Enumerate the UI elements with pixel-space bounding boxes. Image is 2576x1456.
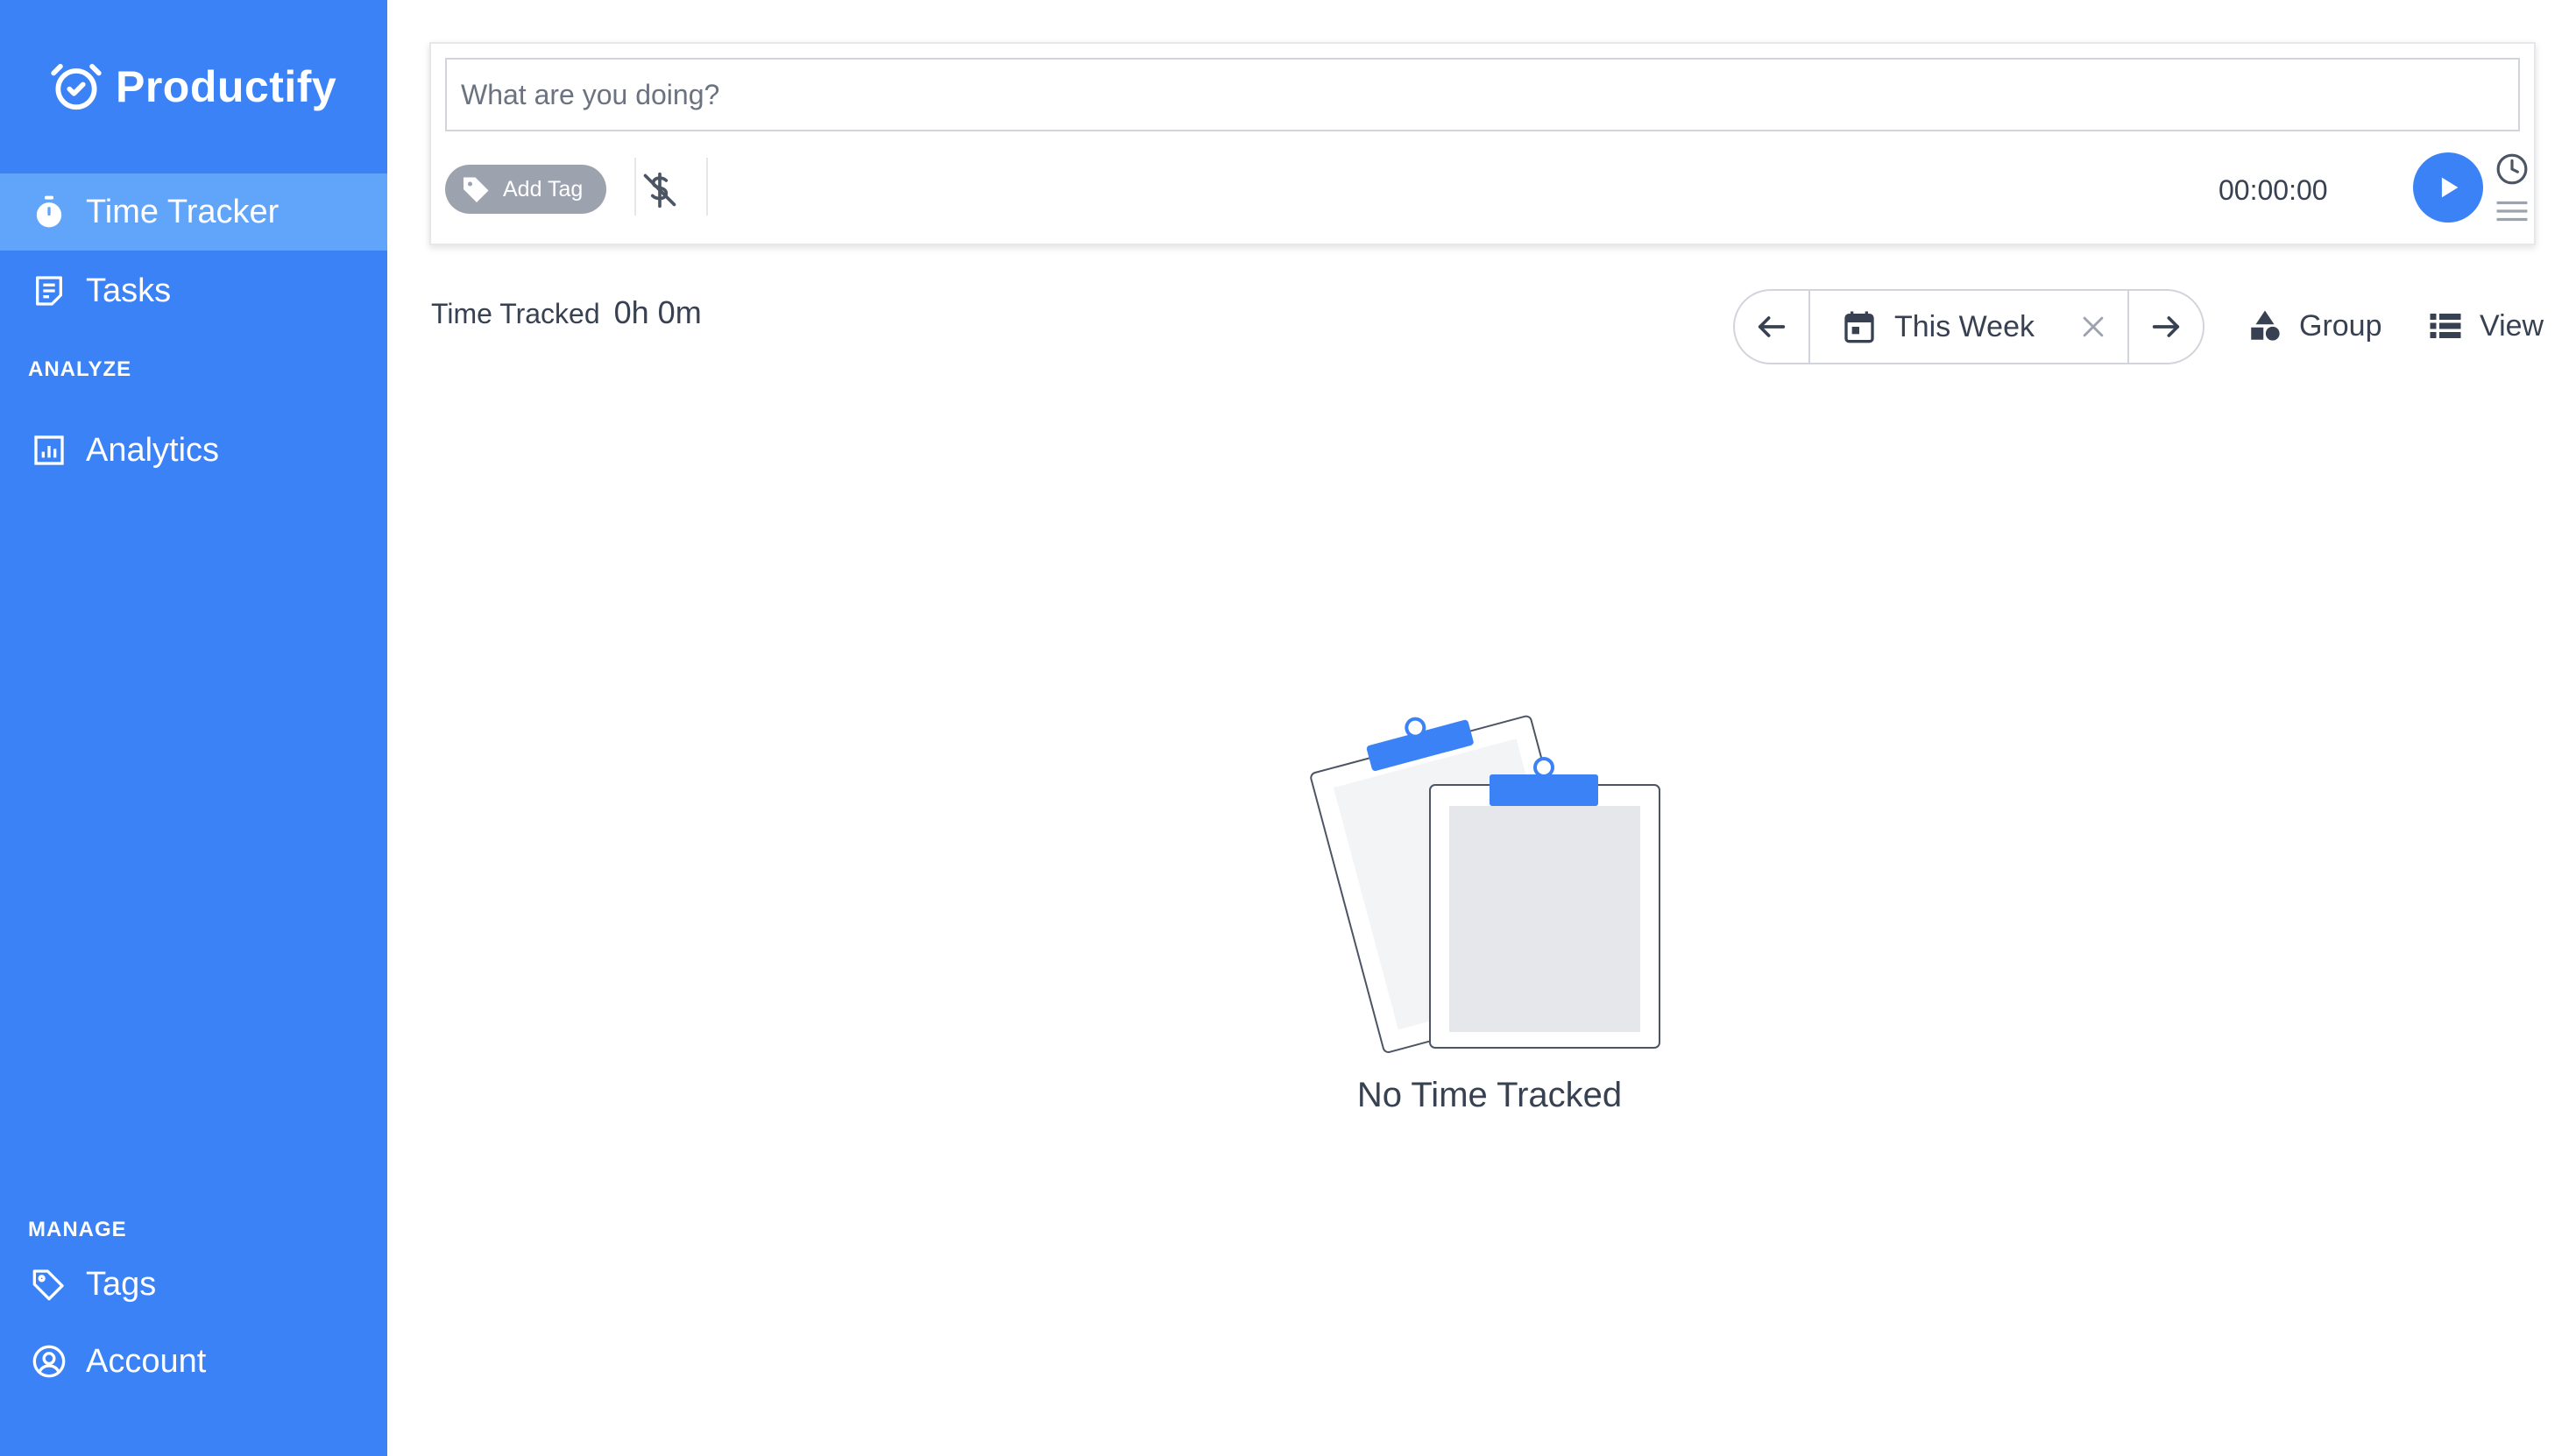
date-range-label: This Week bbox=[1894, 309, 2035, 343]
calendar-icon bbox=[1844, 311, 1874, 343]
next-range-button[interactable] bbox=[2129, 291, 2203, 363]
date-range-picker[interactable]: This Week bbox=[1808, 291, 2129, 363]
time-tracked-value: 0h 0m bbox=[613, 294, 702, 330]
sidebar-item-analytics[interactable]: Analytics bbox=[0, 412, 387, 489]
group-label: Group bbox=[2299, 308, 2382, 343]
sidebar-item-tags[interactable]: Tags bbox=[0, 1246, 387, 1323]
tag-icon bbox=[464, 177, 489, 202]
user-circle-icon bbox=[32, 1345, 66, 1378]
shapes-icon bbox=[2251, 310, 2280, 341]
alarm-clock-check-icon bbox=[51, 63, 102, 110]
app-root: Productify Time Tracker Tasks ANALYZE An… bbox=[0, 0, 2576, 1456]
date-range-navigator: This Week bbox=[1733, 289, 2204, 364]
sidebar-item-label: Tasks bbox=[86, 272, 172, 309]
close-icon[interactable] bbox=[2078, 312, 2108, 342]
clock-icon[interactable] bbox=[2495, 152, 2529, 186]
view-button[interactable]: View bbox=[2427, 303, 2544, 349]
timer-display: 00:00:00 bbox=[2219, 173, 2328, 206]
sidebar-item-tasks[interactable]: Tasks bbox=[0, 252, 387, 329]
add-tag-button[interactable]: Add Tag bbox=[445, 165, 606, 214]
task-list-icon bbox=[36, 276, 63, 306]
divider bbox=[706, 158, 708, 216]
dollar-off-icon bbox=[643, 172, 676, 209]
time-tracked-label: Time Tracked bbox=[431, 298, 600, 329]
previous-range-button[interactable] bbox=[1735, 291, 1808, 363]
arrow-left-icon bbox=[1758, 316, 1786, 337]
sidebar: Productify Time Tracker Tasks ANALYZE An… bbox=[0, 0, 387, 1456]
list-icon[interactable] bbox=[2495, 198, 2529, 224]
section-heading-analyze: ANALYZE bbox=[28, 357, 132, 381]
sidebar-item-label: Analytics bbox=[86, 431, 220, 469]
empty-state-message: No Time Tracked bbox=[1356, 1076, 1623, 1114]
sidebar-item-time-tracker[interactable]: Time Tracker bbox=[0, 173, 387, 251]
group-button[interactable]: Group bbox=[2247, 303, 2382, 349]
arrow-right-icon bbox=[2152, 316, 2180, 337]
time-tracked-summary: Time Tracked 0h 0m bbox=[431, 294, 702, 331]
add-tag-label: Add Tag bbox=[503, 176, 584, 201]
sidebar-item-label: Time Tracker bbox=[86, 193, 280, 230]
sidebar-item-label: Tags bbox=[86, 1265, 157, 1303]
task-description-input[interactable] bbox=[445, 58, 2520, 131]
play-icon bbox=[2441, 177, 2459, 198]
view-label: View bbox=[2480, 308, 2544, 343]
divider bbox=[634, 158, 636, 216]
tag-icon bbox=[32, 1269, 64, 1301]
brand-name: Productify bbox=[116, 62, 337, 111]
clipboard-illustration bbox=[1310, 715, 1660, 1053]
bar-chart-icon bbox=[34, 435, 64, 465]
section-heading-manage: MANAGE bbox=[28, 1218, 127, 1241]
billable-toggle[interactable] bbox=[638, 168, 682, 212]
sidebar-item-label: Account bbox=[86, 1342, 207, 1380]
stopwatch-icon bbox=[36, 195, 62, 228]
view-list-icon bbox=[2430, 314, 2461, 338]
time-entry-bar: Add Tag 00:00:00 bbox=[429, 42, 2536, 245]
start-timer-button[interactable] bbox=[2413, 152, 2483, 223]
brand-logo[interactable]: Productify bbox=[49, 58, 336, 116]
sidebar-item-account[interactable]: Account bbox=[0, 1323, 387, 1400]
